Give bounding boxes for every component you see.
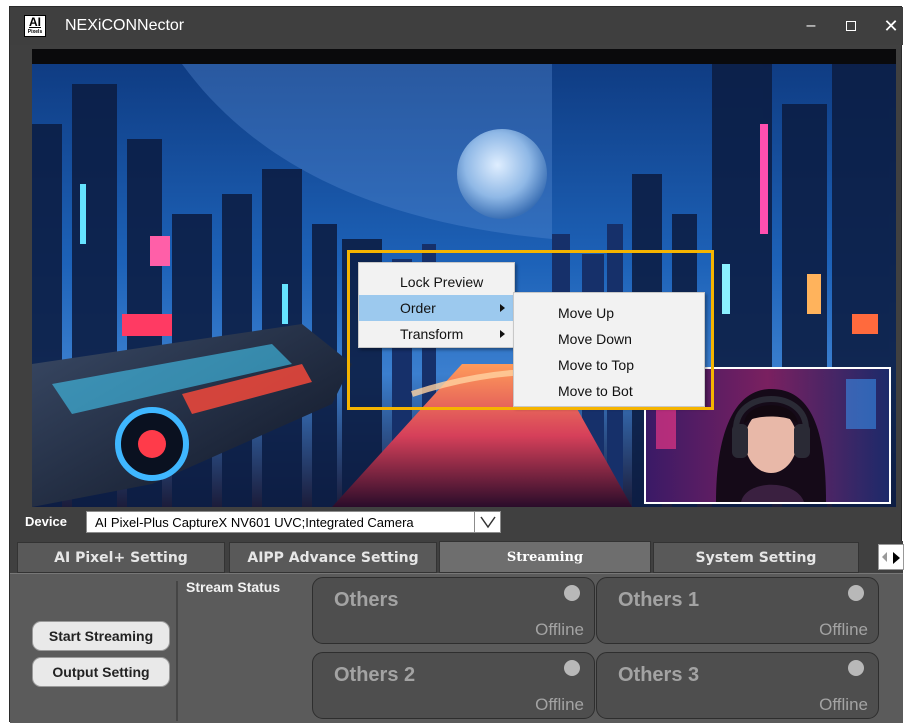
tab-system-setting[interactable]: System Setting bbox=[653, 542, 859, 573]
submenu-item-label: Move Up bbox=[558, 305, 615, 321]
app-window: AI Pixels NEXiCONNector – ✕ Lock Preview… bbox=[9, 6, 904, 723]
status-led-icon bbox=[848, 660, 864, 676]
start-streaming-button[interactable]: Start Streaming bbox=[32, 621, 170, 651]
tab-scroll-right-icon[interactable] bbox=[893, 552, 900, 564]
panel-divider bbox=[176, 581, 178, 721]
submenu-item-move-up[interactable]: Move Up bbox=[514, 300, 704, 326]
submenu-arrow-icon bbox=[500, 330, 505, 338]
chevron-down-icon bbox=[480, 516, 496, 529]
device-label: Device bbox=[25, 514, 67, 529]
submenu-item-label: Move Down bbox=[558, 331, 632, 347]
tab-streaming[interactable]: Streaming bbox=[439, 541, 651, 573]
app-logo: AI Pixels bbox=[24, 15, 46, 37]
logo-text-ai: AI bbox=[29, 15, 41, 29]
device-select[interactable]: AI Pixel-Plus CaptureX NV601 UVC;Integra… bbox=[86, 511, 501, 533]
submenu-item-label: Move to Bot bbox=[558, 383, 633, 399]
submenu-arrow-icon bbox=[500, 304, 505, 312]
stream-target-card[interactable]: Others Offline bbox=[312, 577, 595, 644]
output-setting-button[interactable]: Output Setting bbox=[32, 657, 170, 687]
minimize-button[interactable]: – bbox=[791, 11, 831, 41]
menu-item-label: Order bbox=[400, 300, 436, 316]
maximize-icon bbox=[846, 20, 856, 31]
context-menu: Lock Preview Order Transform bbox=[358, 262, 515, 348]
tab-ai-pixel-setting[interactable]: AI Pixel+ Setting bbox=[17, 542, 225, 573]
close-button[interactable]: ✕ bbox=[871, 11, 909, 41]
stream-target-status: Offline bbox=[535, 620, 584, 639]
logo-text-pixels: Pixels bbox=[27, 29, 43, 35]
submenu-item-move-down[interactable]: Move Down bbox=[514, 326, 704, 352]
settings-tab-bar: AI Pixel+ Setting AIPP Advance Setting S… bbox=[10, 541, 904, 573]
stream-target-name: Others 1 bbox=[618, 589, 700, 611]
order-submenu: Move Up Move Down Move to Top Move to Bo… bbox=[513, 292, 705, 407]
title-bar: AI Pixels NEXiCONNector – ✕ bbox=[10, 7, 903, 45]
stream-target-name: Others 3 bbox=[618, 664, 700, 686]
stream-target-status: Offline bbox=[819, 620, 868, 639]
close-icon: ✕ bbox=[883, 16, 899, 36]
menu-item-label: Transform bbox=[400, 326, 464, 342]
submenu-item-move-to-top[interactable]: Move to Top bbox=[514, 352, 704, 378]
stream-target-card[interactable]: Others 2 Offline bbox=[312, 652, 595, 719]
minimize-icon: – bbox=[806, 17, 816, 34]
submenu-item-label: Move to Top bbox=[558, 357, 635, 373]
stream-target-name: Others 2 bbox=[334, 664, 416, 686]
stream-target-status: Offline bbox=[819, 695, 868, 714]
menu-item-lock-preview[interactable]: Lock Preview bbox=[359, 269, 514, 295]
window-title: NEXiCONNector bbox=[65, 17, 185, 34]
stream-target-name: Others bbox=[334, 589, 399, 611]
stream-target-card[interactable]: Others 1 Offline bbox=[596, 577, 879, 644]
stream-target-card[interactable]: Others 3 Offline bbox=[596, 652, 879, 719]
dropdown-button[interactable] bbox=[474, 512, 500, 532]
menu-item-transform[interactable]: Transform bbox=[359, 321, 514, 347]
menu-item-order[interactable]: Order bbox=[359, 295, 514, 321]
stream-status-label: Stream Status bbox=[186, 579, 281, 595]
stream-target-status: Offline bbox=[535, 695, 584, 714]
maximize-button[interactable] bbox=[831, 11, 871, 41]
submenu-item-move-to-bottom[interactable]: Move to Bot bbox=[514, 378, 704, 404]
status-led-icon bbox=[564, 660, 580, 676]
tab-scroll-left-icon[interactable] bbox=[882, 552, 887, 562]
tab-scroll-controls bbox=[878, 544, 904, 570]
device-selected-value: AI Pixel-Plus CaptureX NV601 UVC;Integra… bbox=[95, 515, 414, 530]
tab-aipp-advance-setting[interactable]: AIPP Advance Setting bbox=[229, 542, 437, 573]
status-led-icon bbox=[564, 585, 580, 601]
menu-item-label: Lock Preview bbox=[400, 274, 484, 290]
status-led-icon bbox=[848, 585, 864, 601]
